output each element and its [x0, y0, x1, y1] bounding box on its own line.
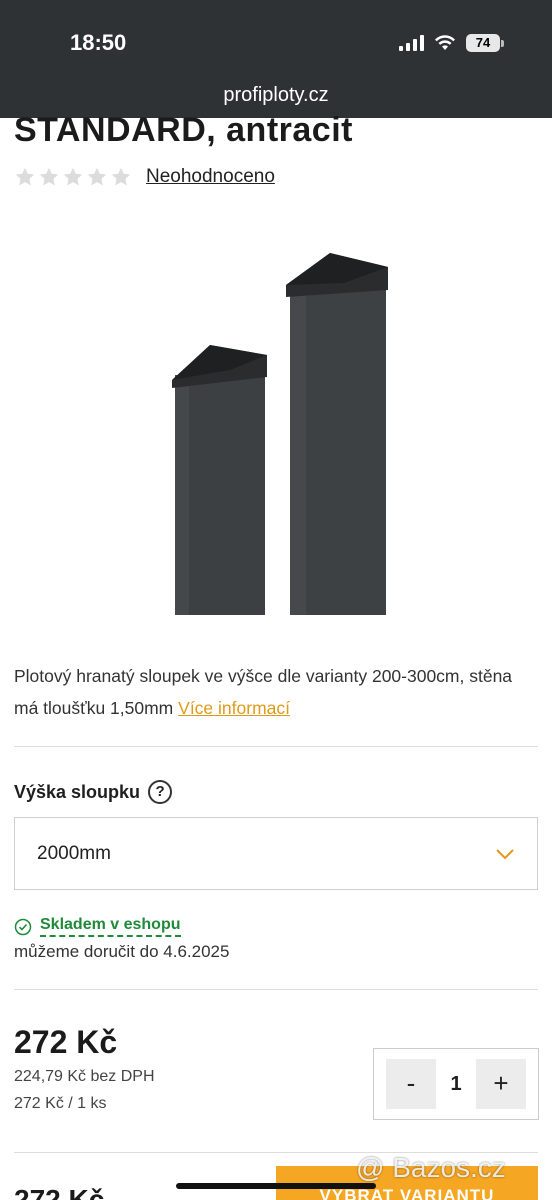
divider	[14, 746, 538, 747]
system-icons: 74	[399, 34, 504, 52]
check-circle-icon	[14, 918, 32, 935]
rating-link[interactable]: Neohodnoceno	[146, 166, 275, 188]
star-icon	[63, 167, 83, 186]
decrease-button[interactable]: -	[386, 1059, 436, 1109]
selected-variant: 2000mm	[37, 842, 111, 864]
star-icon	[87, 167, 107, 186]
variant-label: Výška sloupku ?	[14, 780, 173, 804]
home-indicator	[176, 1183, 376, 1189]
stock-text[interactable]: Skladem v eshopu	[40, 916, 181, 937]
star-icon	[15, 167, 35, 186]
product-image[interactable]	[160, 245, 400, 615]
price-without-vat: 224,79 Kč bez DPH	[14, 1068, 155, 1085]
product-description: Plotový hranatý sloupek ve výšce dle var…	[14, 666, 513, 718]
star-icon	[111, 167, 131, 186]
stock-status: Skladem v eshopu	[14, 916, 181, 937]
help-icon[interactable]: ?	[148, 780, 173, 804]
status-time: 18:50	[70, 30, 127, 55]
price: 272 Kč	[14, 1024, 118, 1060]
height-select[interactable]: 2000mm	[14, 817, 538, 890]
cellular-signal-icon	[399, 35, 424, 51]
quantity-input[interactable]: 1	[450, 1073, 461, 1096]
wifi-icon	[435, 35, 455, 50]
quantity-stepper: - 1 +	[373, 1048, 539, 1120]
more-info-link[interactable]: Více informací	[178, 698, 290, 718]
browser-chrome: 18:50 74 profiploty.cz	[0, 0, 552, 118]
rating-stars	[14, 166, 132, 188]
divider	[14, 989, 538, 990]
battery-icon: 74	[466, 34, 504, 52]
price-per-unit: 272 Kč / 1 ks	[14, 1095, 107, 1112]
delivery-date: můžeme doručit do 4.6.2025	[14, 942, 230, 961]
sticky-price: 272 Kč	[14, 1184, 105, 1200]
watermark: @ Bazos.cz	[356, 1152, 506, 1183]
product-title: STANDARD, antracit	[14, 111, 353, 149]
url-bar[interactable]: profiploty.cz	[0, 84, 552, 107]
chevron-down-icon	[496, 848, 514, 859]
rating: Neohodnoceno	[14, 166, 275, 188]
increase-button[interactable]: +	[476, 1059, 526, 1109]
star-icon	[39, 167, 59, 186]
